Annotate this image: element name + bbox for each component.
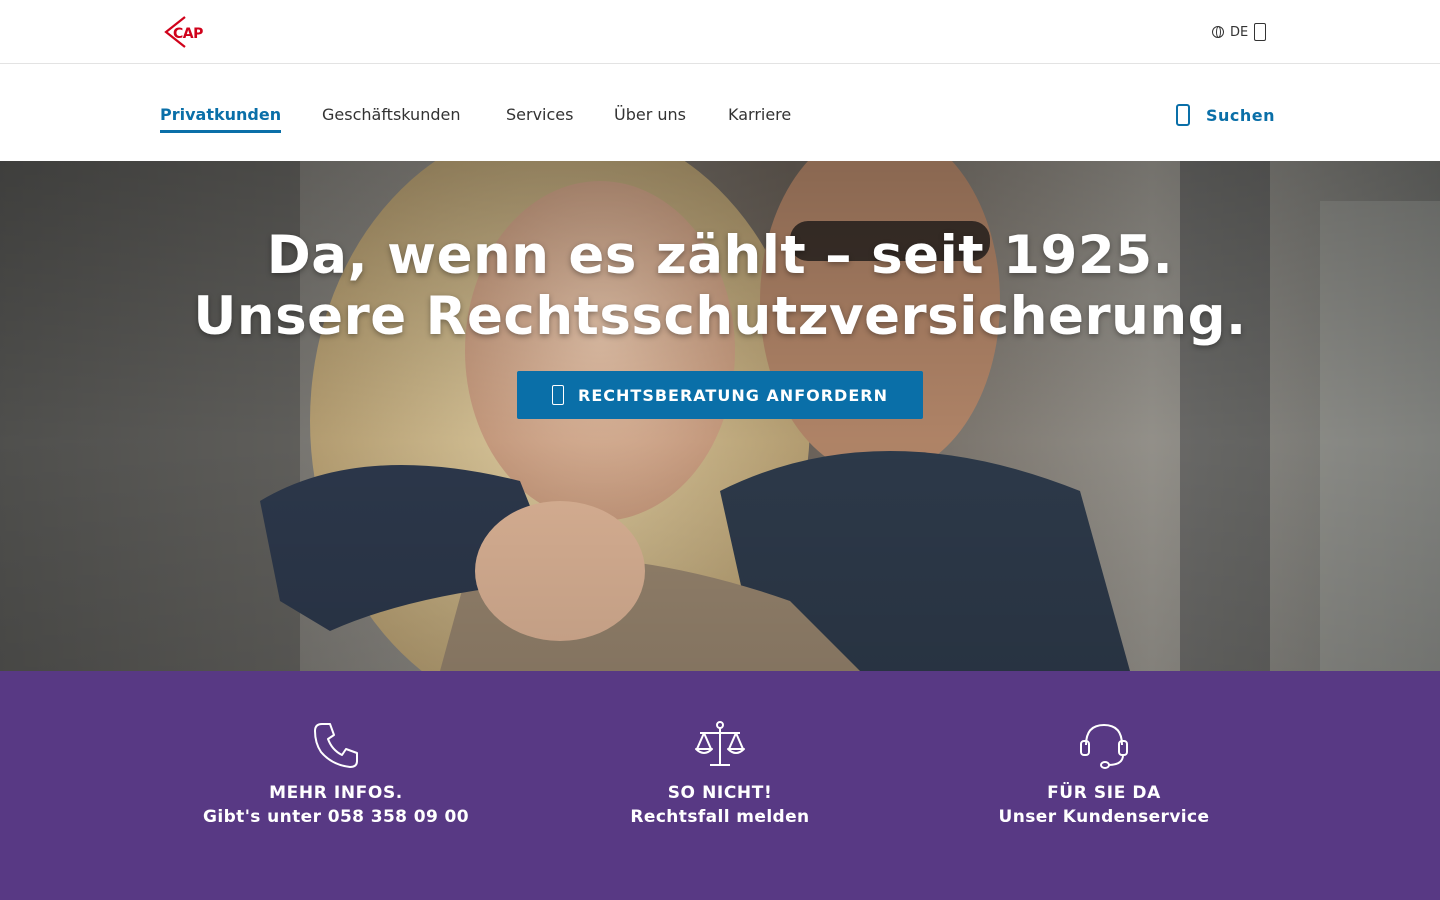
- cap-logo[interactable]: CAP: [163, 14, 209, 50]
- feature-report-case[interactable]: SO NICHT! Rechtsfall melden: [540, 719, 900, 829]
- language-label: DE: [1230, 24, 1249, 40]
- logo-text: CAP: [173, 26, 203, 42]
- feature-subtitle: Rechtsfall melden: [630, 807, 810, 827]
- hero-title-line-1: Da, wenn es zählt – seit 1925.: [266, 225, 1174, 286]
- search-label: Suchen: [1206, 105, 1276, 125]
- nav-item-karriere[interactable]: Karriere: [728, 103, 791, 127]
- feature-title: SO NICHT!: [667, 783, 773, 803]
- contact-band: MEHR INFOS. Gibt's unter 058 358 09 00 S…: [0, 671, 1440, 900]
- language-switcher[interactable]: DE: [1212, 20, 1267, 44]
- nav-item-geschaeftskunden[interactable]: Geschäftskunden: [322, 103, 460, 127]
- hero-section: Da, wenn es zählt – seit 1925. Unsere Re…: [0, 161, 1440, 671]
- nav-item-ueber-uns[interactable]: Über uns: [614, 103, 686, 127]
- feature-subtitle: Unser Kundenservice: [998, 807, 1210, 827]
- hero-title: Da, wenn es zählt – seit 1925. Unsere Re…: [0, 225, 1440, 347]
- nav-item-privatkunden[interactable]: Privatkunden: [160, 103, 282, 133]
- search-icon: [1176, 104, 1190, 126]
- feature-more-info[interactable]: MEHR INFOS. Gibt's unter 058 358 09 00: [156, 719, 516, 829]
- feature-title: FÜR SIE DA: [1047, 783, 1161, 803]
- feature-title: MEHR INFOS.: [269, 783, 403, 803]
- phone-icon: [314, 723, 358, 768]
- chat-icon: [552, 385, 565, 405]
- globe-icon: [1212, 26, 1224, 38]
- top-bar: CAP DE: [0, 0, 1440, 64]
- request-legal-advice-button[interactable]: RECHTSBERATUNG ANFORDERN: [517, 371, 923, 419]
- scales-icon: [695, 721, 745, 766]
- feature-customer-service[interactable]: FÜR SIE DA Unser Kundenservice: [924, 719, 1284, 829]
- search-button[interactable]: Suchen: [1176, 101, 1275, 129]
- hero-title-line-2: Unsere Rechtsschutzversicherung.: [193, 286, 1247, 347]
- cta-label: RECHTSBERATUNG ANFORDERN: [578, 385, 888, 405]
- headset-icon: [1080, 724, 1128, 769]
- feature-subtitle: Gibt's unter 058 358 09 00: [203, 807, 469, 827]
- nav-item-services[interactable]: Services: [506, 103, 573, 127]
- main-navigation: Privatkunden Geschäftskunden Services Üb…: [0, 65, 1440, 161]
- chevron-down-icon: [1254, 23, 1267, 41]
